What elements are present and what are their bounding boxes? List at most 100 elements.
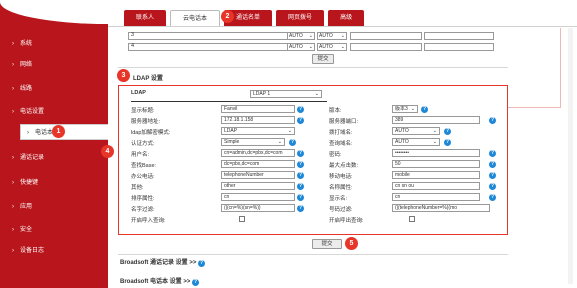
chevron-right-icon: › xyxy=(12,155,14,161)
ldap-submit-button[interactable]: 提交 xyxy=(312,239,342,249)
field-label: 认证方式: xyxy=(131,141,155,147)
help-icon[interactable]: ? xyxy=(192,279,200,286)
row-3-field[interactable] xyxy=(128,32,288,40)
help-icon[interactable]: ? xyxy=(421,106,428,113)
divider xyxy=(118,254,508,255)
help-icon[interactable]: ? xyxy=(489,161,496,168)
broadsoft-phonebook-link[interactable]: Broadsoft 电话本 设置 >> ? xyxy=(120,276,200,286)
tab-underline xyxy=(108,26,577,27)
chevron-right-icon: › xyxy=(12,227,14,233)
sidebar-item-device-log[interactable]: › 设备日志 xyxy=(0,243,108,259)
incoming-lookup-checkbox[interactable] xyxy=(239,216,245,222)
sidebar-item-application[interactable]: › 应用 xyxy=(0,199,108,215)
sidebar-item-label: 电话设置 xyxy=(20,109,45,115)
sidebar-item-network[interactable]: › 网络 xyxy=(0,57,108,73)
chevron-down-icon: ⌄ xyxy=(432,139,437,145)
tab-contacts[interactable]: 联系人 xyxy=(124,10,167,26)
row-3-select-1[interactable]: AUTO ⌄ xyxy=(287,32,315,40)
row-3-select-2[interactable]: AUTO ⌄ xyxy=(317,32,347,40)
other-input[interactable]: other xyxy=(221,182,295,190)
name-filter-input[interactable]: (|(cn=%)(sn=%)) xyxy=(221,204,295,212)
chevron-down-icon: ⌄ xyxy=(314,91,319,97)
row-3-input-2[interactable] xyxy=(424,32,494,40)
name-attribute-input[interactable]: cn sn ou xyxy=(392,182,480,190)
sidebar-item-line[interactable]: › 线路 xyxy=(0,81,108,97)
help-icon[interactable]: ? xyxy=(489,183,496,190)
dial-domain-select[interactable]: AUTO ⌄ xyxy=(392,127,440,135)
sidebar-item-function-key[interactable]: › 快捷键 xyxy=(0,175,108,191)
tab-advanced[interactable]: 高级 xyxy=(328,10,365,26)
help-icon[interactable]: ? xyxy=(297,205,304,212)
step-marker-5: 5 xyxy=(345,237,358,250)
chevron-right-icon: › xyxy=(12,204,14,210)
sidebar-item-security[interactable]: › 安全 xyxy=(0,222,108,238)
row-4-input-1[interactable] xyxy=(350,43,422,51)
field-label: 显示标题: xyxy=(131,108,155,114)
scrollbar[interactable] xyxy=(568,28,573,284)
sort-attribute-input[interactable]: cn xyxy=(221,193,295,201)
help-icon[interactable]: ? xyxy=(489,194,496,201)
tab-web-dial[interactable]: 网页拨号 xyxy=(276,10,325,26)
top-submit-button[interactable]: 提交 xyxy=(312,54,334,64)
help-icon[interactable]: ? xyxy=(444,128,451,135)
field-label: ldap加解密模式: xyxy=(131,130,171,136)
help-icon[interactable]: ? xyxy=(297,183,304,190)
help-icon[interactable]: ? xyxy=(297,172,304,179)
ldap-selector-label: LDAP xyxy=(131,90,146,96)
help-icon[interactable]: ? xyxy=(489,117,496,124)
help-icon[interactable]: ? xyxy=(489,172,496,179)
help-icon[interactable]: ? xyxy=(297,106,304,113)
version-select[interactable]: 版本3 ⌄ xyxy=(392,105,418,113)
outgoing-lookup-checkbox[interactable] xyxy=(409,216,415,222)
help-icon[interactable]: ? xyxy=(297,117,304,124)
help-icon[interactable]: ? xyxy=(444,139,451,146)
encryption-mode-select[interactable]: LDAP ⌄ xyxy=(221,127,295,135)
chevron-down-icon: ⌄ xyxy=(340,33,345,39)
sidebar-item-call-log[interactable]: › 通话记录 xyxy=(0,150,108,166)
help-icon[interactable]: ? xyxy=(297,194,304,201)
sidebar-item-phone-settings[interactable]: › 电话设置 xyxy=(0,104,108,120)
server-port-input[interactable]: 389 xyxy=(392,116,480,124)
field-label: 密码: xyxy=(329,152,342,158)
sidebar-item-system[interactable]: › 系统 xyxy=(0,36,108,52)
sidebar-item-label: 通话记录 xyxy=(20,155,45,161)
row-4-field[interactable] xyxy=(128,43,288,51)
ldap-selector[interactable]: LDAP 1 ⌄ xyxy=(250,90,322,98)
header-underline xyxy=(131,101,327,102)
row-4-input-2[interactable] xyxy=(424,43,494,51)
row-3-input-1[interactable] xyxy=(350,32,422,40)
step-marker-2: 2 xyxy=(221,10,234,23)
password-input[interactable]: •••••••• xyxy=(392,149,480,157)
help-icon[interactable]: ? xyxy=(198,260,206,267)
display-name-input[interactable]: cn xyxy=(392,193,480,201)
field-label: 服务器地址: xyxy=(131,119,161,125)
sidebar-item-label: 线路 xyxy=(20,86,33,92)
display-title-input[interactable]: Fanvil xyxy=(221,105,295,113)
mobile-phone-input[interactable]: mobile xyxy=(392,171,480,179)
row-4-select-2[interactable]: AUTO ⌄ xyxy=(317,43,347,51)
number-filter-input[interactable]: (|(telephoneNumber=%)(mo xyxy=(392,204,490,212)
query-domain-select[interactable]: AUTO ⌄ xyxy=(392,138,440,146)
tab-cloud-phonebook[interactable]: 云电话本 xyxy=(170,10,221,26)
server-address-input[interactable]: 172.18.1.158 xyxy=(221,116,295,124)
chevron-right-icon: › xyxy=(12,180,14,186)
search-base-input[interactable]: dc=pbx,dc=com xyxy=(221,160,295,168)
ldap-section-title: LDAP 设置 xyxy=(133,76,163,82)
chevron-right-icon: › xyxy=(12,109,14,115)
auth-method-select[interactable]: Simple ⌄ xyxy=(221,138,285,146)
office-phone-input[interactable]: telephoneNumber xyxy=(221,171,295,179)
help-icon[interactable]: ? xyxy=(297,161,304,168)
max-hits-input[interactable]: 50 xyxy=(392,160,480,168)
help-icon[interactable]: ? xyxy=(489,150,496,157)
help-icon[interactable]: ? xyxy=(297,150,304,157)
sidebar-item-label: 设备日志 xyxy=(20,248,45,254)
username-input[interactable]: cn=admin,dc=pbx,dc=com xyxy=(221,149,295,157)
row-4-select-1[interactable]: AUTO ⌄ xyxy=(287,43,315,51)
field-label: 名字过滤: xyxy=(131,207,155,213)
field-label: 最大点击数: xyxy=(329,163,359,169)
step-marker-4: 4 xyxy=(101,145,114,158)
broadsoft-call-log-link[interactable]: Broadsoft 通话记录 设置 >> ? xyxy=(120,257,206,267)
sidebar-cap xyxy=(0,0,108,24)
help-icon[interactable]: ? xyxy=(289,139,296,146)
field-label: 移动电话: xyxy=(329,174,353,180)
